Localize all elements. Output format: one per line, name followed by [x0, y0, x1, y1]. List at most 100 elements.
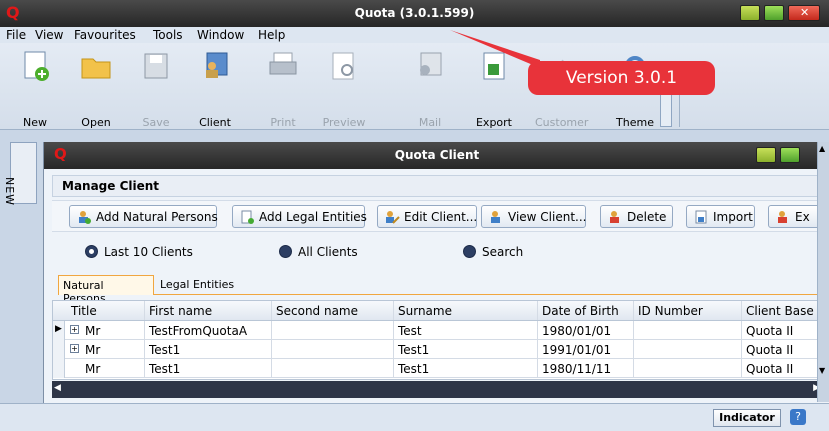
cell-surname: Test [394, 321, 538, 340]
child-titlebar: Q Quota Client [44, 142, 829, 169]
client-button[interactable]: Client [193, 49, 237, 129]
cell-second-name [272, 340, 394, 359]
cell-id-number [634, 340, 742, 359]
client-filter: Last 10 Clients All Clients Search [52, 234, 823, 268]
menu-bar: File View Favourites Tools Window Help [0, 27, 829, 43]
add-entity-icon [241, 210, 254, 224]
client-type-tabs: Natural Persons Legal Entities [58, 275, 823, 305]
menu-tools[interactable]: Tools [153, 28, 183, 42]
cell-id-number [634, 359, 742, 378]
child-maximize-button[interactable] [780, 147, 800, 163]
cell-id-number [634, 321, 742, 340]
edit-client-button[interactable]: Edit Client... [377, 205, 477, 228]
row-selector[interactable]: ▶ [53, 321, 65, 340]
column-header-second-name[interactable]: Second name [272, 301, 394, 320]
view-client-button[interactable]: View Client... [481, 205, 586, 228]
cell-date-of-birth: 1980/11/11 [538, 359, 634, 378]
folder-icon [81, 58, 111, 79]
mail-button[interactable]: Mail [408, 49, 452, 129]
column-header-surname[interactable]: Surname [394, 301, 538, 320]
new-document-icon [24, 51, 49, 81]
printer-icon [269, 52, 297, 75]
expand-row-icon[interactable]: + [70, 325, 79, 334]
import-button[interactable]: Import [686, 205, 755, 228]
child-minimize-button[interactable] [756, 147, 776, 163]
client-action-bar: Add Natural Persons Add Legal Entities E… [52, 200, 828, 232]
delete-icon [610, 211, 619, 223]
row-selector[interactable] [53, 359, 65, 378]
cell-client-base: Quota II [742, 359, 822, 378]
menu-view[interactable]: View [35, 28, 63, 42]
add-person-icon [79, 211, 91, 224]
radio-icon [279, 245, 292, 258]
floppy-icon [144, 53, 168, 79]
radio-selected-icon [85, 245, 98, 258]
app-titlebar: Q Quota (3.0.1.599) ✕ [0, 0, 829, 27]
callout-pointer [450, 30, 540, 68]
tab-legal-entities[interactable]: Legal Entities [156, 275, 246, 295]
expand-row-icon[interactable]: + [70, 344, 79, 353]
cell-first-name: TestFromQuotaA [145, 321, 272, 340]
scroll-down-icon[interactable]: ▼ [819, 366, 825, 375]
column-header-first-name[interactable]: First name [145, 301, 272, 320]
import-icon [695, 210, 707, 224]
cell-client-base: Quota II [742, 321, 822, 340]
menu-window[interactable]: Window [197, 28, 244, 42]
help-icon[interactable]: ? [790, 409, 806, 425]
delete-client-button[interactable]: Delete [600, 205, 673, 228]
cell-second-name [272, 359, 394, 378]
radio-icon [463, 245, 476, 258]
close-button[interactable]: ✕ [788, 5, 820, 21]
print-button[interactable]: Print [261, 49, 305, 129]
section-header: Manage Client [52, 175, 823, 197]
column-header-client-base[interactable]: Client Base [742, 301, 822, 320]
cell-title: Mr [81, 321, 145, 340]
close-icon: ✕ [800, 6, 810, 19]
table-row[interactable]: Mr Test1 Test1 1980/11/11 Quota II [53, 359, 822, 378]
export-client-icon [778, 211, 787, 223]
cell-title: Mr [81, 359, 145, 378]
edit-client-icon [386, 211, 400, 224]
grid-header: Title First name Second name Surname Dat… [53, 301, 822, 321]
menu-file[interactable]: File [6, 28, 26, 42]
maximize-button[interactable] [764, 5, 784, 21]
scroll-up-icon[interactable]: ▲ [819, 144, 825, 153]
version-callout: Version 3.0.1 [528, 61, 715, 95]
status-bar: Indicator ? [0, 403, 829, 431]
app-title: Quota (3.0.1.599) [354, 6, 475, 20]
column-header-date-of-birth[interactable]: Date of Birth [538, 301, 634, 320]
cell-date-of-birth: 1991/01/01 [538, 340, 634, 359]
new-button[interactable]: New [13, 49, 57, 129]
cell-surname: Test1 [394, 340, 538, 359]
vertical-scrollbar[interactable]: ▲ ▼ [817, 142, 829, 402]
scroll-left-icon[interactable]: ◀ [54, 383, 61, 393]
table-row[interactable]: + Mr Test1 Test1 1991/01/01 Quota II [53, 340, 822, 359]
open-button[interactable]: Open [74, 49, 118, 129]
table-row[interactable]: ▶ + Mr TestFromQuotaA Test 1980/01/01 Qu… [53, 321, 822, 340]
cell-client-base: Quota II [742, 340, 822, 359]
cell-surname: Test1 [394, 359, 538, 378]
client-icon [206, 52, 228, 78]
row-selector[interactable] [53, 340, 65, 359]
menu-favourites[interactable]: Favourites [74, 28, 136, 42]
cell-first-name: Test1 [145, 340, 272, 359]
add-natural-persons-button[interactable]: Add Natural Persons [69, 205, 218, 228]
horizontal-scrollbar[interactable]: ◀ ▶ [52, 381, 823, 398]
clients-grid: Title First name Second name Surname Dat… [52, 300, 823, 380]
cell-second-name [272, 321, 394, 340]
column-header-title[interactable]: Title [67, 301, 145, 320]
tab-natural-persons[interactable]: Natural Persons [58, 275, 154, 305]
cell-first-name: Test1 [145, 359, 272, 378]
save-button[interactable]: Save [134, 49, 178, 129]
menu-help[interactable]: Help [258, 28, 285, 42]
side-tab-new[interactable]: NEW [3, 142, 37, 206]
mail-icon [420, 52, 442, 76]
indicator-button[interactable]: Indicator [713, 409, 781, 427]
minimize-button[interactable] [740, 5, 760, 21]
preview-button[interactable]: Preview [322, 49, 366, 129]
view-client-icon [491, 211, 500, 223]
cell-date-of-birth: 1980/01/01 [538, 321, 634, 340]
column-header-id-number[interactable]: ID Number [634, 301, 742, 320]
child-title: Quota Client [394, 148, 480, 162]
add-legal-entities-button[interactable]: Add Legal Entities [232, 205, 367, 228]
